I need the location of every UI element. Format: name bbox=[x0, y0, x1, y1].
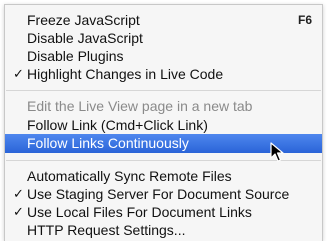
menu-item-label: Freeze JavaScript bbox=[27, 12, 140, 28]
menu-item-use-staging-server[interactable]: ✓ Use Staging Server For Document Source bbox=[5, 185, 322, 203]
menu-item-label: Use Local Files For Document Links bbox=[27, 204, 252, 220]
menu-item-label: Disable Plugins bbox=[27, 48, 124, 64]
menu-item-label: Edit the Live View page in a new tab bbox=[27, 98, 253, 114]
menu-separator bbox=[6, 90, 321, 91]
menu-item-use-local-files[interactable]: ✓ Use Local Files For Document Links bbox=[5, 203, 322, 221]
live-view-options-menu: Freeze JavaScript F6 Disable JavaScript … bbox=[4, 4, 323, 241]
menu-item-highlight-changes[interactable]: ✓ Highlight Changes in Live Code bbox=[5, 65, 322, 83]
menu-item-label: HTTP Request Settings... bbox=[27, 222, 186, 238]
checkmark-icon: ✓ bbox=[13, 204, 24, 219]
menu-item-label: Follow Links Continuously bbox=[27, 135, 189, 151]
menu-item-label: Highlight Changes in Live Code bbox=[27, 66, 224, 82]
menu-item-edit-live-view-new-tab: Edit the Live View page in a new tab bbox=[5, 97, 322, 115]
checkmark-icon: ✓ bbox=[13, 66, 24, 81]
menu-item-label: Disable JavaScript bbox=[27, 30, 143, 46]
menu-item-label: Use Staging Server For Document Source bbox=[27, 186, 290, 202]
menu-item-http-request-settings[interactable]: HTTP Request Settings... bbox=[5, 221, 322, 239]
menu-item-auto-sync-remote-files[interactable]: Automatically Sync Remote Files bbox=[5, 167, 322, 185]
arrow-cursor-icon bbox=[270, 142, 284, 162]
menu-item-disable-plugins[interactable]: Disable Plugins bbox=[5, 47, 322, 65]
menu-item-disable-javascript[interactable]: Disable JavaScript bbox=[5, 29, 322, 47]
menu-item-label: Automatically Sync Remote Files bbox=[27, 168, 232, 184]
menu-item-freeze-javascript[interactable]: Freeze JavaScript F6 bbox=[5, 11, 322, 29]
menu-item-label: Follow Link (Cmd+Click Link) bbox=[27, 117, 208, 133]
menu-item-shortcut: F6 bbox=[297, 13, 312, 27]
page: Freeze JavaScript F6 Disable JavaScript … bbox=[0, 0, 327, 241]
menu-item-follow-link[interactable]: Follow Link (Cmd+Click Link) bbox=[5, 116, 322, 134]
checkmark-icon: ✓ bbox=[13, 186, 24, 201]
